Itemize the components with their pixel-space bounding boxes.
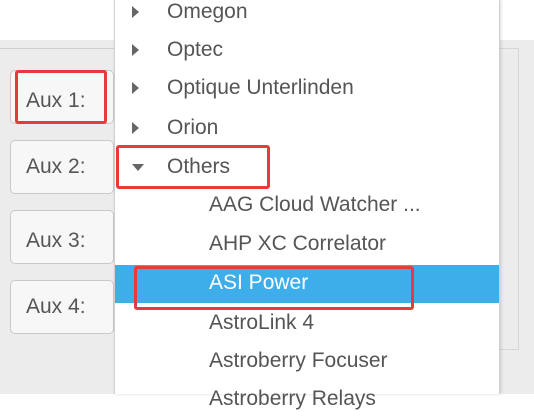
tree-category-label: Omegon — [167, 0, 248, 23]
aux1-label: Aux 1: — [26, 89, 86, 112]
tree-item-label: AAG Cloud Watcher ... — [209, 193, 421, 216]
tree-item-label: AstroLink 4 — [209, 311, 315, 334]
collapse-arrow-icon[interactable] — [132, 164, 144, 171]
tree-item-aag-cloud-watcher[interactable]: AAG Cloud Watcher ... — [115, 187, 499, 225]
expand-arrow-icon[interactable] — [132, 122, 139, 134]
tree-item-label: ASI Power — [209, 271, 309, 294]
tree-category-optique-unterlinden[interactable]: Optique Unterlinden — [115, 70, 499, 108]
tree-category-others[interactable]: Others — [115, 149, 499, 187]
tree-item-label: Astroberry Relays — [209, 387, 376, 410]
tree-category-optec[interactable]: Optec — [115, 32, 499, 70]
expand-arrow-icon[interactable] — [132, 6, 139, 18]
tree-item-astroberry-relays[interactable]: Astroberry Relays — [115, 381, 499, 419]
tree-category-label: Others — [167, 155, 231, 178]
aux4-label: Aux 4: — [26, 295, 86, 318]
tree-category-label: Optec — [167, 38, 224, 61]
aux3-label: Aux 3: — [26, 229, 86, 252]
expand-arrow-icon[interactable] — [132, 82, 139, 94]
tree-item-ahp-xc-correlator[interactable]: AHP XC Correlator — [115, 226, 499, 264]
tree-item-label: AHP XC Correlator — [209, 232, 387, 255]
expand-arrow-icon[interactable] — [132, 44, 139, 56]
tree-category-label: Optique Unterlinden — [167, 76, 354, 99]
driver-tree-popup[interactable]: Omegon Optec Optique Unterlinden Orion O… — [114, 0, 500, 410]
tree-item-astroberry-focuser[interactable]: Astroberry Focuser — [115, 343, 499, 381]
right-panel-edge — [498, 48, 519, 350]
tree-category-omegon[interactable]: Omegon — [115, 0, 499, 32]
tree-category-orion[interactable]: Orion — [115, 110, 499, 148]
aux2-label: Aux 2: — [26, 155, 86, 178]
tree-category-label: Orion — [167, 116, 219, 139]
tree-item-label: Astroberry Focuser — [209, 349, 388, 372]
tree-item-astrolink-4[interactable]: AstroLink 4 — [115, 305, 499, 343]
tree-item-asi-power[interactable]: ASI Power — [115, 265, 499, 303]
